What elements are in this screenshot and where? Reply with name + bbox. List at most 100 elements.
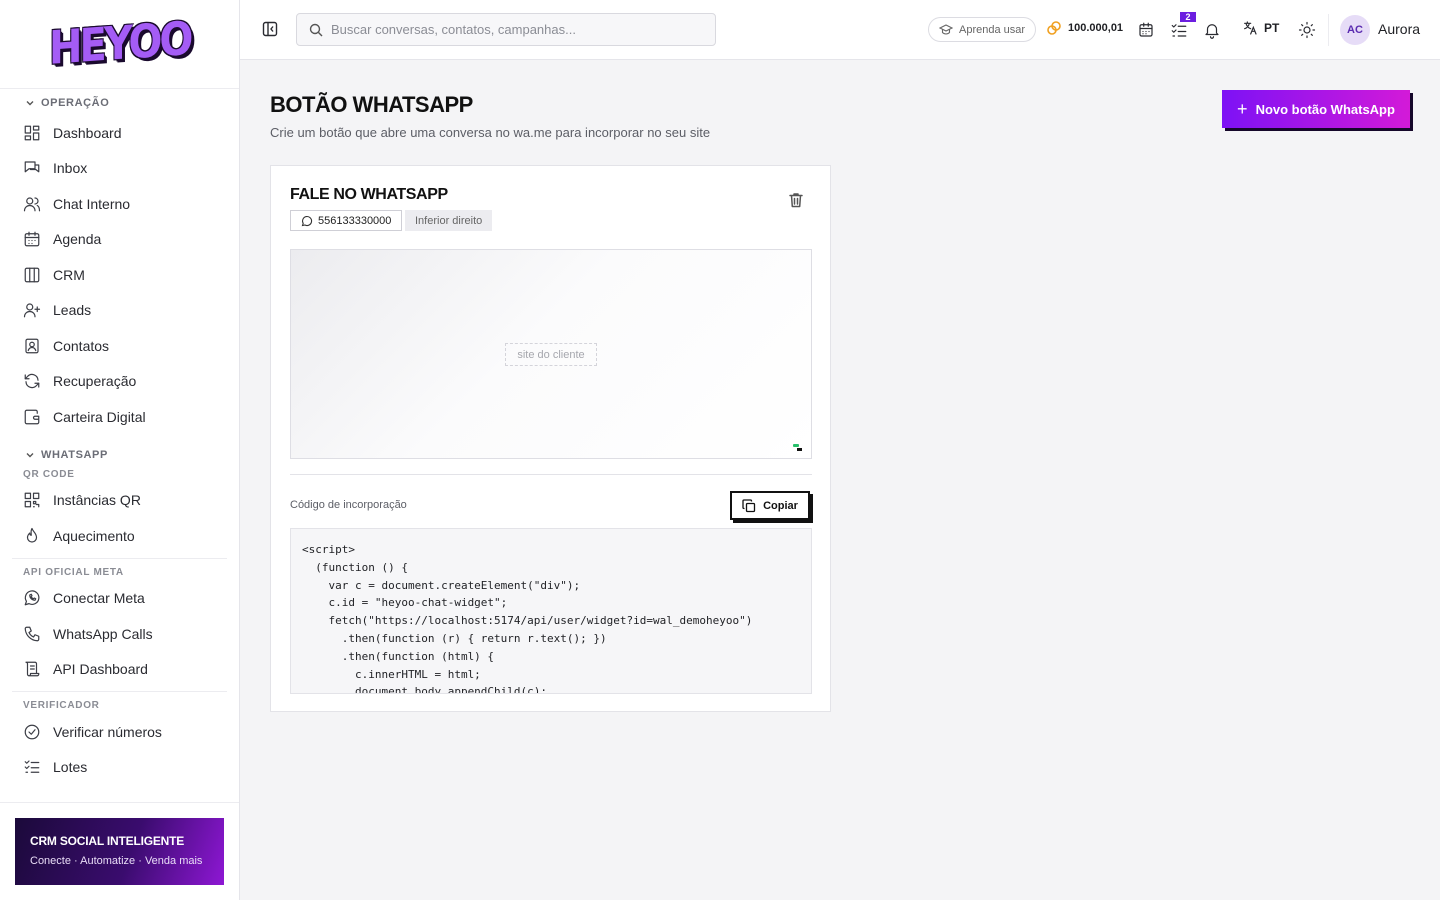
sidebar-item-carteira-digital[interactable]: Carteira Digital [0,399,239,435]
language-code: PT [1264,21,1280,35]
sidebar-item-verificar-numeros[interactable]: Verificar números [0,714,239,750]
page-subtitle: Crie um botão que abre uma conversa no w… [270,125,711,140]
sidebar-item-label: WhatsApp Calls [53,625,153,642]
phone-chip: 556133330000 [290,210,403,231]
sidebar-item-api-dashboard[interactable]: API Dashboard [0,652,239,688]
sidebar-item-chat-interno[interactable]: Chat Interno [0,186,239,222]
subsection-api-oficial-meta: API OFICIAL META [23,566,124,578]
bell-icon[interactable] [1203,21,1221,39]
theme-toggle-icon[interactable] [1298,21,1316,39]
preview-label: site do cliente [505,343,597,366]
sidebar-item-aquecimento[interactable]: Aquecimento [0,518,239,554]
calendar-icon[interactable] [1137,21,1155,39]
site-preview: site do cliente [290,249,812,459]
sidebar-item-conectar-meta[interactable]: Conectar Meta [0,581,239,617]
trash-icon[interactable] [789,192,803,208]
copy-label: Copiar [763,499,798,512]
sidebar-item-label: Lotes [53,759,88,776]
dashboard-icon [24,125,40,141]
sidebar-item-label: Contatos [53,337,110,354]
sidebar-nav: OPERAÇÃO Dashboard Inbox Chat Interno Ag… [0,90,239,802]
whatsapp-fab-shadow [797,448,802,451]
sidebar-item-contatos[interactable]: Contatos [0,328,239,364]
qr-code-icon [24,492,40,508]
promo-banner[interactable]: CRM SOCIAL INTELIGENTE Conecte · Automat… [15,818,224,885]
sidebar-item-label: Agenda [53,231,102,248]
sidebar-item-label: Verificar números [53,723,162,740]
credits-value: 100.000,01 [1068,22,1124,34]
phone-number: 556133330000 [318,214,392,227]
logo-area: HEYOO [0,0,239,89]
sidebar-toggle-icon[interactable] [262,21,278,37]
divider [290,474,812,475]
section-whatsapp[interactable]: WHATSAPP [0,443,239,467]
divider [1328,14,1329,46]
sidebar-item-instancias-qr[interactable]: Instâncias QR [0,483,239,519]
sidebar-item-leads[interactable]: Leads [0,293,239,329]
messages-icon [24,161,40,173]
sidebar-item-dashboard[interactable]: Dashboard [0,115,239,151]
sidebar-item-label: Instâncias QR [53,492,141,509]
sidebar-item-whatsapp-calls[interactable]: WhatsApp Calls [0,616,239,652]
sidebar-item-inbox[interactable]: Inbox [0,151,239,187]
whatsapp-button-card: FALE NO WHATSAPP 556133330000 Inferior d… [270,165,831,712]
sidebar-item-lotes[interactable]: Lotes [0,750,239,786]
sidebar-item-agenda[interactable]: Agenda [0,222,239,258]
phone-icon [24,626,40,642]
sidebar-item-label: Conectar Meta [53,590,145,607]
learn-label: Aprenda usar [959,23,1026,36]
embed-code-block[interactable]: <script> (function () { var c = document… [290,528,812,694]
promo-subtitle: Conecte · Automatize · Venda mais [30,855,203,867]
learn-button[interactable]: Aprenda usar [928,17,1037,42]
card-title: FALE NO WHATSAPP [290,186,448,203]
sidebar-item-label: Carteira Digital [53,408,146,425]
search-box[interactable] [296,13,716,46]
search-icon [309,23,323,36]
sidebar-item-label: Recuperação [53,373,137,390]
user-plus-icon [23,303,41,318]
plus-icon: + [1237,99,1248,119]
coins-icon [1047,21,1061,35]
wallet-icon [24,409,40,425]
topbar: Aprenda usar 100.000,01 2 PT AC Aurora [240,0,1440,60]
chevron-down-icon [25,450,35,460]
translate-icon [1244,21,1257,35]
sidebar-item-label: CRM [53,266,85,283]
user-name[interactable]: Aurora [1378,21,1420,37]
whatsapp-icon [24,590,40,606]
sidebar-item-label: Dashboard [53,124,122,141]
embed-code-label: Código de incorporação [290,499,407,511]
scroll-icon [25,661,40,677]
section-operacao[interactable]: OPERAÇÃO [0,91,239,115]
contact-book-icon [25,338,39,354]
promo-title: CRM SOCIAL INTELIGENTE [30,834,185,848]
language-selector[interactable]: PT [1242,20,1279,36]
divider [12,691,227,692]
sidebar-item-crm[interactable]: CRM [0,257,239,293]
whatsapp-fab-preview [793,444,799,447]
tasks-icon[interactable] [1170,21,1188,39]
sidebar-item-label: Leads [53,302,92,319]
section-title: OPERAÇÃO [41,97,110,109]
subsection-verificador: VERIFICADOR [23,700,100,711]
graduation-cap-icon [939,23,953,35]
sidebar-item-label: Aquecimento [53,527,135,544]
new-button-label: Novo botão WhatsApp [1255,101,1395,117]
new-whatsapp-button[interactable]: + Novo botão WhatsApp [1222,90,1410,128]
page-title: BOTÃO WHATSAPP [270,92,473,117]
sidebar-item-label: Inbox [53,160,88,177]
credits-balance[interactable]: 100.000,01 [1046,20,1123,36]
copy-icon [742,498,756,512]
users-icon [23,197,41,212]
calendar-icon [24,231,40,247]
logo[interactable]: HEYOO [49,13,190,76]
search-input[interactable] [331,22,691,37]
copy-button[interactable]: Copiar [730,491,810,520]
divider [0,802,239,803]
avatar[interactable]: AC [1340,15,1370,45]
sidebar-item-label: Chat Interno [53,195,131,212]
flame-icon [26,527,38,543]
sidebar-item-recuperacao[interactable]: Recuperação [0,364,239,400]
refresh-icon [24,374,40,389]
list-check-icon [24,760,40,774]
